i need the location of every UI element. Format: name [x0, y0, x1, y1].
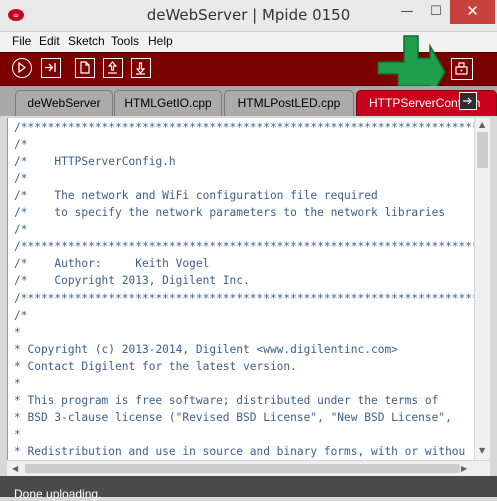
tab-strip: deWebServer HTMLGetIO.cpp HTMLPostLED.cp… [0, 86, 497, 116]
serial-monitor-icon [455, 62, 468, 75]
code-line: /***************************************… [14, 121, 474, 134]
vertical-scroll-thumb[interactable] [477, 132, 488, 168]
save-icon [135, 62, 146, 75]
verify-icon [18, 61, 27, 74]
menu-edit[interactable]: Edit [39, 34, 60, 48]
menu-tools[interactable]: Tools [111, 34, 139, 48]
vertical-scrollbar[interactable]: ▲ ▼ [474, 118, 490, 460]
code-line: * Redistribution and use in source and b… [14, 444, 466, 458]
menu-file[interactable]: File [12, 34, 31, 48]
menu-help[interactable]: Help [148, 34, 173, 48]
code-line: * Copyright (c) 2013-2014, Digilent <www… [14, 342, 398, 356]
maximize-button[interactable]: ☐ [422, 0, 450, 24]
code-line: /* HTTPServerConfig.h [14, 155, 176, 169]
scroll-right-icon[interactable]: ▶ [461, 464, 467, 474]
code-line: * [14, 427, 21, 441]
scroll-down-icon[interactable]: ▼ [479, 446, 485, 456]
tab-dewebserver[interactable]: deWebServer [15, 90, 113, 116]
open-button[interactable] [103, 58, 123, 78]
code-line: /***************************************… [14, 240, 474, 254]
close-button[interactable]: ✕ [450, 0, 495, 24]
horizontal-scroll-thumb[interactable] [25, 464, 460, 473]
tab-menu-button[interactable] [459, 92, 477, 110]
scroll-up-icon[interactable]: ▲ [479, 120, 485, 130]
open-icon [107, 61, 118, 74]
horizontal-scrollbar[interactable]: ◀ ▶ [7, 460, 490, 476]
status-bar: Done uploading. [0, 476, 497, 501]
tab-htmlpostled[interactable]: HTMLPostLED.cpp [224, 90, 354, 116]
code-line: /* to specify the network parameters to … [14, 206, 446, 220]
status-message: Done uploading. [14, 487, 102, 501]
arrow-right-icon [463, 97, 472, 105]
scroll-left-icon[interactable]: ◀ [12, 464, 18, 474]
code-line: * [14, 376, 21, 390]
code-editor[interactable]: /***************************************… [7, 118, 474, 460]
upload-button[interactable] [41, 58, 61, 78]
code-line: * This program is free software; distrib… [14, 393, 439, 407]
code-line: * BSD 3-clause license ("Revised BSD Lic… [14, 410, 452, 424]
menu-sketch[interactable]: Sketch [68, 34, 105, 48]
code-line: * [14, 325, 21, 339]
serial-monitor-button[interactable] [451, 58, 473, 80]
code-line: /* Copyright 2013, Digilent Inc. [14, 274, 250, 288]
code-line: /* [14, 308, 28, 322]
code-line: /* [14, 172, 28, 186]
code-line: /* [14, 223, 28, 237]
code-line: /***************************************… [14, 291, 474, 305]
title-bar: ∞ deWebServer | Mpide 0150 — ☐ ✕ [0, 0, 497, 32]
code-line: /* [14, 138, 28, 152]
code-line: * Contact Digilent for the latest versio… [14, 359, 297, 373]
new-icon [80, 61, 90, 74]
new-button[interactable] [75, 58, 95, 78]
code-line: /* Author: Keith Vogel [14, 257, 210, 271]
upload-icon [45, 63, 56, 72]
verify-button[interactable] [12, 58, 32, 78]
save-button[interactable] [131, 58, 151, 78]
code-line: /* The network and WiFi configuration fi… [14, 189, 378, 203]
tab-htmlgetio[interactable]: HTMLGetIO.cpp [114, 90, 222, 116]
minimize-button[interactable]: — [392, 0, 422, 24]
